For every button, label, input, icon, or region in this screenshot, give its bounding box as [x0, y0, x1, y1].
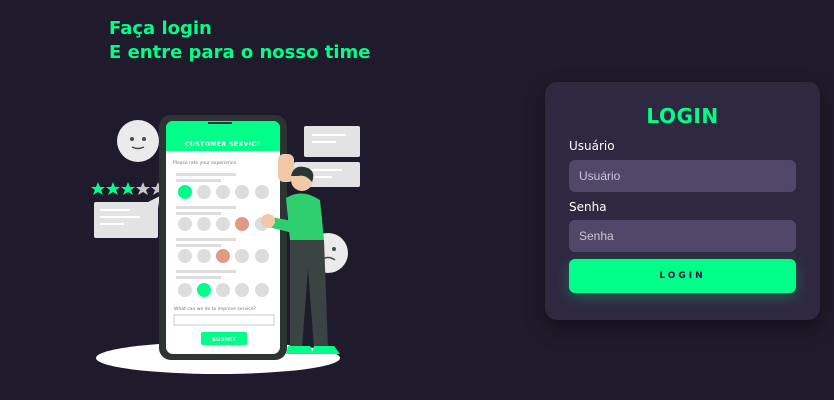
improve-prompt-text: What can we do to improve service?: [174, 306, 257, 312]
customer-service-illustration: CUSTOMER SERVICE Please rate your experi…: [91, 115, 360, 374]
submit-label-text: SUBMIT: [212, 337, 236, 343]
smiley-face-icon: [117, 120, 159, 162]
password-label: Senha: [569, 200, 607, 214]
page-heading: Faça login E entre para o nosso time: [109, 17, 370, 65]
chat-bubble-left-icon: [94, 196, 160, 238]
username-label: Usuário: [569, 139, 615, 153]
phone-header-text: CUSTOMER SERVICE: [185, 141, 261, 148]
phone-icon: CUSTOMER SERVICE Please rate your experi…: [159, 115, 287, 360]
password-input[interactable]: [569, 220, 796, 252]
heading-line-1: Faça login: [109, 18, 212, 39]
login-title: LOGIN: [646, 104, 719, 128]
rate-prompt-text: Please rate your experience: [173, 160, 236, 166]
heading-line-2: E entre para o nosso time: [109, 42, 371, 63]
rating-stars-icon: [91, 182, 165, 195]
username-input[interactable]: [569, 160, 796, 192]
login-card: LOGIN Usuário Senha LOGIN: [545, 82, 820, 320]
login-button[interactable]: LOGIN: [569, 259, 796, 293]
